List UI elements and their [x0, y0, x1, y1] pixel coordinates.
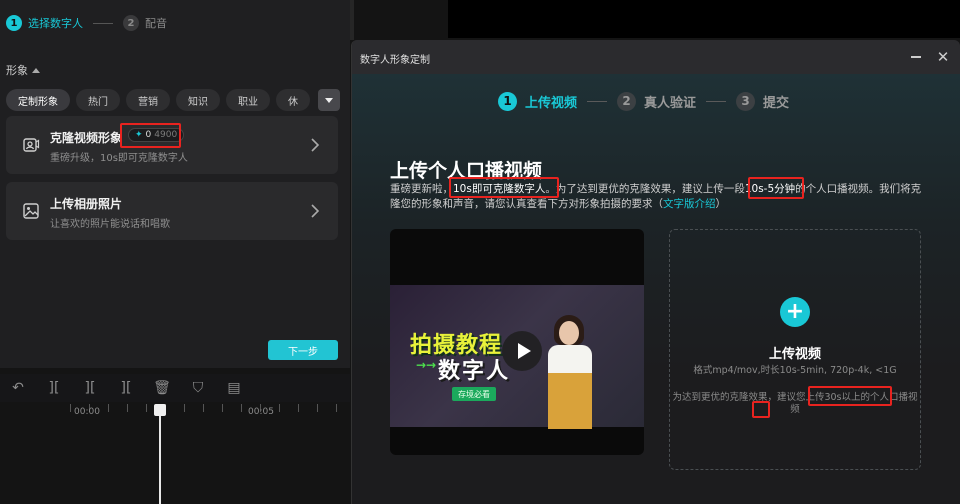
video-tag: 存境必看 [452, 387, 496, 401]
split-icon[interactable]: ][ [36, 374, 72, 402]
presenter-figure [540, 315, 600, 429]
upload-format-hint: 格式mp4/mov,时长10s-5min, 720p-4k, <1G [693, 365, 897, 376]
desc-text: ） [715, 198, 727, 210]
playhead-line[interactable] [159, 410, 161, 504]
panel-divider [350, 0, 354, 40]
timeline-track-area[interactable] [0, 422, 350, 504]
upload-tip: 为达到更优的克隆效果，建议您上传30s以上的个人口播视频 [672, 392, 918, 415]
chip-leisure[interactable]: 休 [276, 89, 310, 111]
upload-photo-title: 上传相册照片 [50, 197, 123, 211]
video-title-line2: 数字人 [438, 359, 511, 384]
play-icon [517, 343, 531, 359]
clone-video-card[interactable]: 克隆视频形象 ✦ 0 4900 重磅升级，10s即可克隆数字人 [6, 116, 338, 174]
dialog-header: 数字人形象定制 ✕ [352, 40, 960, 74]
dstep-3-number: 3 [736, 91, 756, 111]
dstep-2-number: 2 [617, 91, 637, 111]
photo-upload-icon [23, 203, 39, 219]
credit-icon: ✦ [135, 130, 143, 140]
left-stepper: 1 选择数字人 2 配音 [6, 14, 167, 32]
chip-career[interactable]: 职业 [226, 89, 270, 111]
minimize-icon[interactable] [908, 49, 924, 65]
clone-video-desc: 重磅升级，10s即可克隆数字人 [50, 153, 188, 164]
more-categories-button[interactable] [318, 89, 340, 111]
step-1-number: 1 [6, 15, 22, 31]
play-button[interactable] [502, 331, 542, 371]
ruler-time-mark: 00:05 [248, 407, 274, 417]
upload-dropzone[interactable]: + 上传视频 格式mp4/mov,时长10s-5min, 720p-4k, <1… [669, 229, 921, 470]
clone-video-title: 克隆视频形象 [50, 131, 123, 145]
chip-marketing[interactable]: 营销 [126, 89, 170, 111]
dstep-2-label: 真人验证 [644, 95, 697, 111]
video-frame: 拍摄教程 →→ 数字人 存境必看 [390, 285, 644, 429]
credit-total: 4900 [154, 130, 178, 140]
desc-highlight: 10s-5分钟 [744, 183, 796, 195]
avatar-select-panel: 1 选择数字人 2 配音 形象 定制形象 热门 营销 知识 职业 休 克隆视频形… [0, 0, 350, 368]
dstep-divider [587, 100, 608, 102]
timeline-toolbar: ↶ ][ ][ ][ 🗑 ⛉ ▤ [0, 374, 350, 402]
step-1-label[interactable]: 选择数字人 [28, 15, 83, 31]
ruler-ticks [70, 404, 350, 412]
close-icon[interactable]: ✕ [934, 48, 952, 66]
split-left-icon[interactable]: ][ [72, 374, 108, 402]
upload-photo-desc: 让喜欢的照片能说话和唱歌 [50, 219, 170, 230]
split-right-icon[interactable]: ][ [108, 374, 144, 402]
caption-icon[interactable]: ▤ [216, 374, 252, 402]
caret-up-icon [32, 67, 40, 73]
upload-photo-card[interactable]: 上传相册照片 让喜欢的照片能说话和唱歌 [6, 182, 338, 240]
timeline-ruler[interactable]: 00:00 00:05 [0, 404, 350, 422]
credit-badge: ✦ 0 4900 [128, 128, 185, 142]
app-root: 1 选择数字人 2 配音 形象 定制形象 热门 营销 知识 职业 休 克隆视频形… [0, 0, 960, 504]
preview-strip [448, 0, 960, 38]
chevron-down-icon [325, 97, 333, 103]
chip-knowledge[interactable]: 知识 [176, 89, 220, 111]
marker-icon[interactable]: ⛉ [180, 374, 216, 402]
desc-text: 。为了达到更优的克隆效果，建议上传一段 [545, 183, 745, 195]
dstep-divider [706, 100, 727, 102]
text-intro-link[interactable]: 文字版介绍 [663, 198, 716, 210]
desc-text: 重磅更新啦， [390, 183, 453, 195]
ruler-time-start: 00:00 [74, 407, 100, 417]
plus-icon[interactable]: + [780, 297, 810, 327]
step-2-label[interactable]: 配音 [145, 15, 167, 31]
chevron-right-icon [311, 138, 320, 152]
section-title: 形象 [6, 64, 28, 77]
clone-avatar-icon [23, 138, 40, 152]
section-toggle-avatar[interactable]: 形象 [6, 62, 40, 78]
category-chips: 定制形象 热门 营销 知识 职业 休 [6, 89, 340, 111]
undo-icon[interactable]: ↶ [0, 374, 36, 402]
dialog-stepper: 1 上传视频 2 真人验证 3 提交 [498, 91, 789, 111]
chip-custom[interactable]: 定制形象 [6, 89, 70, 111]
step-divider [93, 22, 113, 24]
upload-description: 重磅更新啦，10s即可克隆数字人。为了达到更优的克隆效果，建议上传一段10s-5… [390, 182, 930, 212]
dialog-title: 数字人形象定制 [360, 55, 430, 66]
next-step-button[interactable]: 下一步 [268, 340, 338, 360]
video-arrows: →→ [416, 358, 437, 372]
step-2-number: 2 [123, 15, 139, 31]
chevron-right-icon [311, 204, 320, 218]
tutorial-video-card[interactable]: 拍摄教程 →→ 数字人 存境必看 [390, 229, 644, 455]
playhead-handle[interactable] [154, 404, 166, 416]
chip-hot[interactable]: 热门 [76, 89, 120, 111]
upload-title: 上传视频 [768, 347, 821, 362]
upload-heading: 上传个人口播视频 [390, 160, 543, 182]
dstep-1-label: 上传视频 [525, 95, 578, 111]
desc-highlight: 10s即可克隆数字人 [453, 183, 546, 195]
delete-icon[interactable]: 🗑 [144, 374, 180, 402]
avatar-custom-dialog: 数字人形象定制 ✕ 1 上传视频 2 真人验证 3 提交 上传个人口播视频 重磅… [351, 40, 960, 504]
dstep-1-number: 1 [498, 91, 517, 111]
credit-current: 0 [145, 130, 152, 140]
dstep-3-label: 提交 [763, 95, 790, 111]
